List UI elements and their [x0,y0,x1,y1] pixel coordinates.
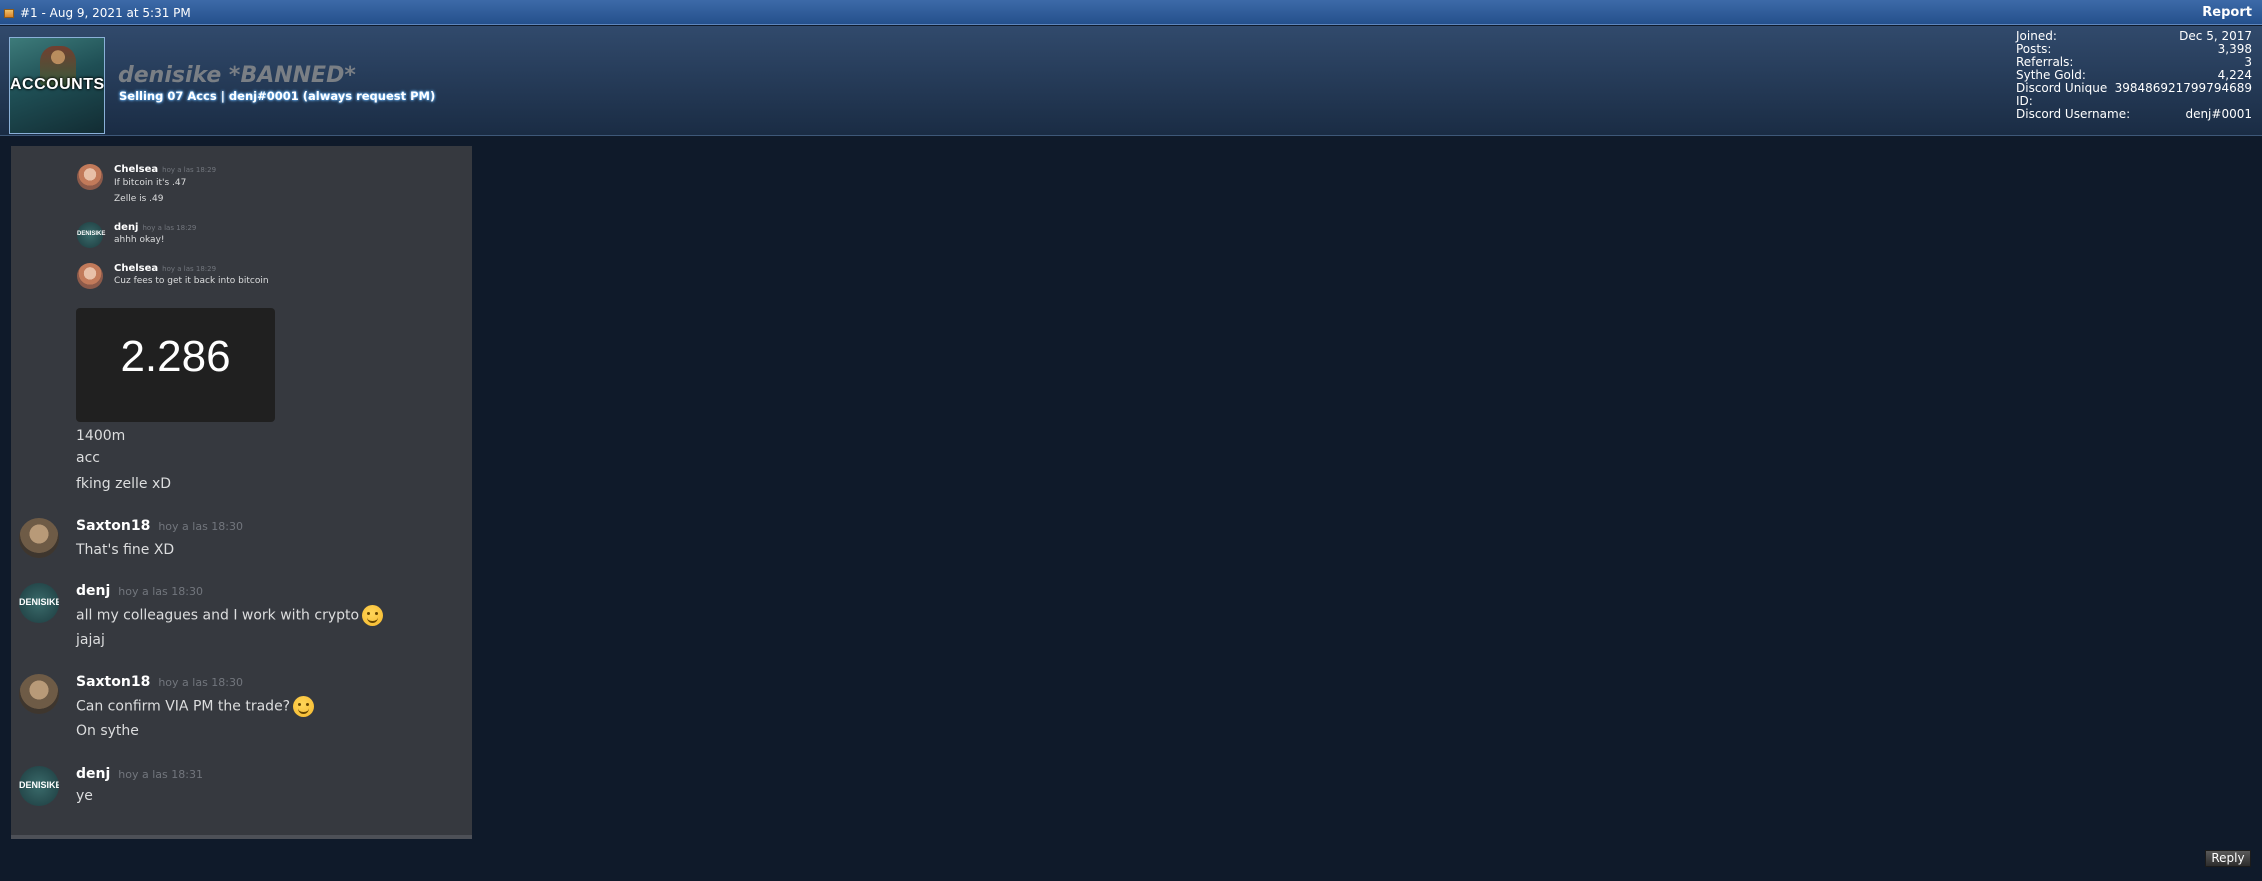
message-author: Chelsea hoy a las 18:29 [114,164,217,175]
message-author: denj hoy a las 18:30 [76,583,203,599]
username[interactable]: denisike *BANNED* [118,63,356,88]
stat-discord-id: Discord Unique ID: 398486921799794689 [2016,81,2252,108]
message-text: Cuz fees to get it back into bitcoin [114,276,269,286]
message-text: Zelle is .49 [114,194,164,204]
user-info-panel: ACCOUNTS denisike *BANNED* Selling 07 Ac… [0,26,2262,136]
message-text: fking zelle xD [76,476,172,492]
smile-emoji-icon [293,696,315,717]
user-avatar[interactable]: ACCOUNTS [9,37,105,134]
stat-joined: Joined: Dec 5, 2017 [2016,29,2252,43]
grinning-emoji-icon [362,605,384,626]
message-text: jajaj [76,632,105,648]
message-text: 1400m [76,428,126,444]
avatar-text: ACCOUNTS [10,76,105,93]
user-stats: Joined: Dec 5, 2017 Posts: 3,398 Referrals… [2016,30,2252,121]
message-author: Saxton18 hoy a las 18:30 [76,518,243,534]
post-header-bar: #1 - Aug 9, 2021 at 5:31 PM Report [0,0,2262,25]
stat-discord-username: Discord Username: denj#0001 [2016,107,2252,121]
user-title: Selling 07 Accs | denj#0001 (always requ… [119,89,436,103]
avatar: DENISIKE [77,222,105,248]
message-text: acc [76,450,100,466]
embed-value: 2.286 [120,332,231,381]
image-embed: 2.286 [76,308,275,422]
avatar: DENISIKE [19,766,59,806]
message-author: Chelsea hoy a las 18:29 [114,263,217,274]
message-text: On sythe [76,723,139,739]
avatar [77,263,103,289]
message-text: ye [76,788,93,804]
message-text: That's fine XD [76,542,175,558]
avatar [19,674,59,714]
message-author: denj hoy a las 18:29 [114,222,197,233]
message-text: ahhh okay! [114,235,165,245]
post-image-discord-chat: Chelsea hoy a las 18:29 If bitcoin it's .… [11,146,472,839]
message-text: all my colleagues and I work with crypto [76,605,384,626]
avatar [77,164,103,190]
message-text: If bitcoin it's .47 [114,178,187,188]
report-link[interactable]: Report [2202,5,2252,20]
post-status-icon [4,9,14,18]
reply-button[interactable]: Reply [2205,850,2251,867]
message-author: denj hoy a las 18:31 [76,766,203,782]
avatar [19,518,59,558]
message-author: Saxton18 hoy a las 18:30 [76,674,243,690]
avatar: DENISIKE [19,583,59,623]
message-text: Can confirm VIA PM the trade? [76,696,315,717]
post-info: #1 - Aug 9, 2021 at 5:31 PM [20,6,191,20]
